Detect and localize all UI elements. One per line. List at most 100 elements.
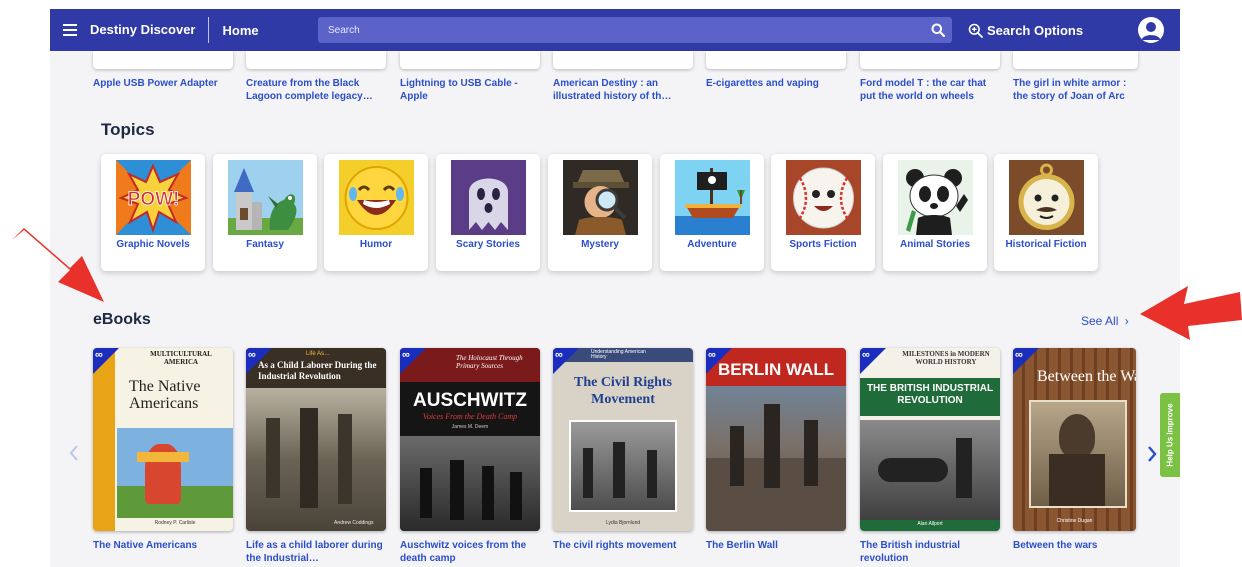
cover-author: Rodney P. Carlisle (154, 520, 196, 526)
topics-heading: Topics (101, 120, 155, 139)
pocket-watch-icon (1009, 160, 1084, 235)
cover-title: BERLIN WALL (718, 360, 835, 379)
topic-card-scary-stories[interactable]: Scary Stories (436, 154, 540, 271)
see-all-link[interactable]: See All › (1081, 314, 1129, 328)
cover-author: Alan Allport (917, 521, 943, 527)
ebook-cover-auschwitz[interactable]: The Holocaust Through Primary Sources AU… (400, 348, 540, 531)
cover-title: The Native Americans (129, 378, 201, 412)
topic-label: Graphic Novels (116, 239, 190, 250)
cover-series: The Holocaust Through Primary Sources (456, 354, 523, 370)
previous-item-title[interactable]: E-cigarettes and vaping (706, 77, 846, 90)
topic-card-mystery[interactable]: Mystery (548, 154, 652, 271)
search-options-label: Search Options (987, 22, 1084, 38)
ebook-title[interactable]: The British industrial revolution (860, 539, 1010, 565)
annotation-arrow-right (1140, 286, 1242, 340)
baseball-icon (786, 160, 861, 235)
ebooks-heading: eBooks (93, 311, 151, 328)
previous-item-title[interactable]: American Destiny : an illustrated histor… (553, 77, 693, 103)
previous-item-card[interactable] (860, 51, 1000, 69)
previous-item-card[interactable] (1013, 51, 1138, 69)
topic-card-graphic-novels[interactable]: POW! Graphic Novels (101, 154, 205, 271)
ebook-cover-native-americans[interactable]: MULTICULTURAL AMERICA The Native America… (93, 348, 233, 531)
carousel-prev-arrow-icon[interactable] (66, 441, 82, 465)
previous-item-title[interactable]: Ford model T : the car that put the worl… (860, 77, 1000, 103)
infinity-icon: ∞ (402, 349, 410, 361)
ebook-title[interactable]: Between the wars (1013, 539, 1136, 552)
topic-label: Fantasy (246, 239, 284, 250)
ebook-title[interactable]: The Native Americans (93, 539, 243, 552)
app-title[interactable]: Destiny Discover (90, 17, 209, 43)
cover-title: Between the Wa (1037, 368, 1136, 385)
search-input[interactable] (318, 17, 924, 43)
pirate-ship-icon (675, 160, 750, 235)
search-options-button[interactable]: Search Options (968, 9, 1083, 51)
ebook-title[interactable]: The Berlin Wall (706, 539, 856, 552)
ebook-cover-civil-rights[interactable]: Understanding American History The Civil… (553, 348, 693, 531)
ebook-cover-between-the-wars[interactable]: Between the Wa Christine Dugan ∞ (1013, 348, 1136, 531)
infinity-icon: ∞ (708, 349, 716, 361)
user-avatar-icon[interactable] (1138, 17, 1164, 43)
cover-series: MILESTONES in MODERN WORLD HISTORY (902, 350, 990, 366)
cover-series: Understanding American History (591, 349, 646, 360)
cover-author: Christine Dugan (1056, 518, 1093, 524)
panda-icon (898, 160, 973, 235)
topic-label: Mystery (581, 239, 619, 250)
previous-item-card[interactable] (246, 51, 386, 69)
previous-item-title[interactable]: Lightning to USB Cable - Apple (400, 77, 540, 103)
destiny-discover-app: Destiny Discover Home Search Options App… (50, 9, 1180, 567)
topic-card-humor[interactable]: Humor (324, 154, 428, 271)
cover-series: Life As… (306, 351, 331, 357)
infinity-icon: ∞ (862, 349, 870, 361)
cover-title: The Civil Rights Movement (573, 375, 672, 407)
topic-card-adventure[interactable]: Adventure (660, 154, 764, 271)
ebook-cover-british-industrial-revolution[interactable]: MILESTONES in MODERN WORLD HISTORY THE B… (860, 348, 1000, 531)
topic-label: Animal Stories (899, 239, 971, 250)
help-us-improve-label: Help Us Improve (1165, 403, 1175, 467)
infinity-icon: ∞ (555, 349, 563, 361)
ebook-cover-child-laborer[interactable]: Life As… As a Child Laborer During the I… (246, 348, 386, 531)
infinity-icon: ∞ (95, 349, 103, 361)
cover-series: MULTICULTURAL AMERICA (150, 350, 212, 366)
previous-item-title[interactable]: Apple USB Power Adapter (93, 77, 233, 90)
topic-label: Sports Fiction (789, 239, 857, 250)
pow-comic-icon: POW! (116, 160, 191, 235)
topic-label: Historical Fiction (1005, 239, 1087, 250)
previous-item-title[interactable]: The girl in white armor : the story of J… (1013, 77, 1138, 103)
see-all-label: See All (1081, 314, 1119, 328)
ebook-title[interactable]: Auschwitz voices from the death camp (400, 539, 550, 565)
previous-item-title[interactable]: Creature from the Black Lagoon complete … (246, 77, 386, 103)
topic-card-fantasy[interactable]: Fantasy (213, 154, 317, 271)
ebook-title[interactable]: Life as a child laborer during the Indus… (246, 539, 396, 565)
search-icon[interactable] (924, 17, 952, 43)
hamburger-menu-icon[interactable] (50, 9, 90, 51)
ghost-icon (451, 160, 526, 235)
topic-card-animal-stories[interactable]: Animal Stories (883, 154, 987, 271)
previous-item-card[interactable] (553, 51, 693, 69)
ebook-title[interactable]: The civil rights movement (553, 539, 703, 552)
home-link[interactable]: Home (223, 23, 305, 38)
help-us-improve-tab[interactable]: Help Us Improve (1160, 393, 1180, 477)
cover-author: James M. Deem (451, 424, 489, 430)
zoom-search-icon (968, 23, 983, 38)
search-box (318, 17, 952, 43)
previous-item-card[interactable] (93, 51, 233, 69)
topic-label: Adventure (687, 239, 737, 250)
infinity-icon: ∞ (248, 349, 256, 361)
previous-item-card[interactable] (400, 51, 540, 69)
detective-icon (563, 160, 638, 235)
cover-title: As a Child Laborer During the Industrial… (258, 360, 377, 381)
svg-text:POW!: POW! (128, 189, 180, 210)
cover-title: THE BRITISH INDUSTRIAL REVOLUTION (866, 383, 994, 406)
topic-card-sports-fiction[interactable]: Sports Fiction (771, 154, 875, 271)
cover-title: AUSCHWITZ (413, 390, 527, 411)
topic-label: Scary Stories (456, 239, 520, 250)
carousel-next-arrow-icon[interactable] (1144, 442, 1160, 466)
cover-subtitle: Voices From the Death Camp (422, 412, 518, 421)
cover-author: Lydia Bjornlund (605, 520, 641, 526)
topic-card-historical-fiction[interactable]: Historical Fiction (994, 154, 1098, 271)
castle-dragon-icon (228, 160, 303, 235)
cover-author: Andrew Coddings (334, 520, 374, 526)
ebook-cover-berlin-wall[interactable]: E BERLIN WALL ∞ (706, 348, 846, 531)
topic-label: Humor (359, 239, 393, 250)
previous-item-card[interactable] (706, 51, 846, 69)
